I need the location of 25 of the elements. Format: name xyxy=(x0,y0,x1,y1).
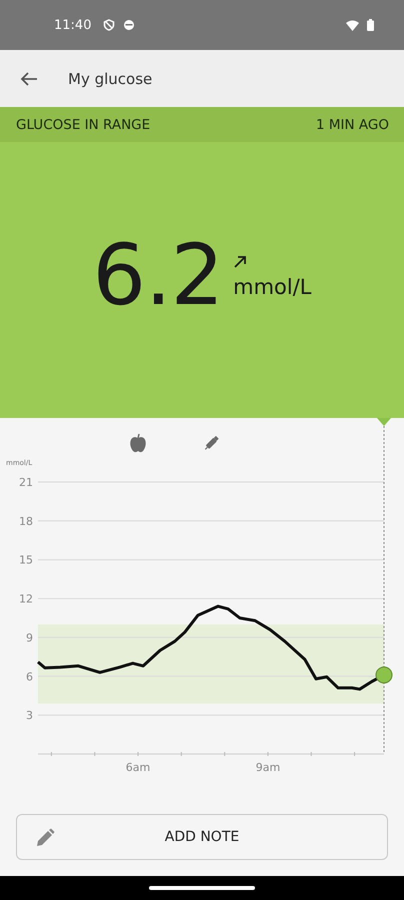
pencil-icon xyxy=(35,828,55,848)
status-time: 11:40 xyxy=(54,18,92,32)
trend-arrow-icon xyxy=(233,255,248,269)
current-reading-dot xyxy=(376,666,392,684)
y-axis-label: 12 xyxy=(19,592,33,606)
add-note-button[interactable]: ADD NOTE xyxy=(16,814,388,860)
range-status: GLUCOSE IN RANGE xyxy=(16,116,150,132)
y-axis-label: 9 xyxy=(26,631,33,644)
x-axis-label: 9am xyxy=(256,761,280,774)
x-axis-label: 6am xyxy=(126,761,150,774)
y-axis-label: 15 xyxy=(19,554,33,567)
reading-age: 1 MIN AGO xyxy=(316,116,389,132)
notification-icon xyxy=(123,19,136,31)
glucose-unit: mmol/L xyxy=(233,275,312,299)
battery-icon xyxy=(367,19,374,31)
y-axis-label: 18 xyxy=(19,514,33,528)
glucose-value: 6.2 xyxy=(92,226,224,324)
apple-icon xyxy=(130,434,146,452)
back-arrow-icon xyxy=(20,70,38,86)
wifi-icon xyxy=(346,20,359,30)
do-not-disturb-icon xyxy=(103,19,116,31)
y-axis-label: 6 xyxy=(26,670,33,684)
y-axis-label: 21 xyxy=(19,476,33,489)
screen-title: My glucose xyxy=(68,70,152,88)
y-axis-label: 3 xyxy=(26,709,33,722)
